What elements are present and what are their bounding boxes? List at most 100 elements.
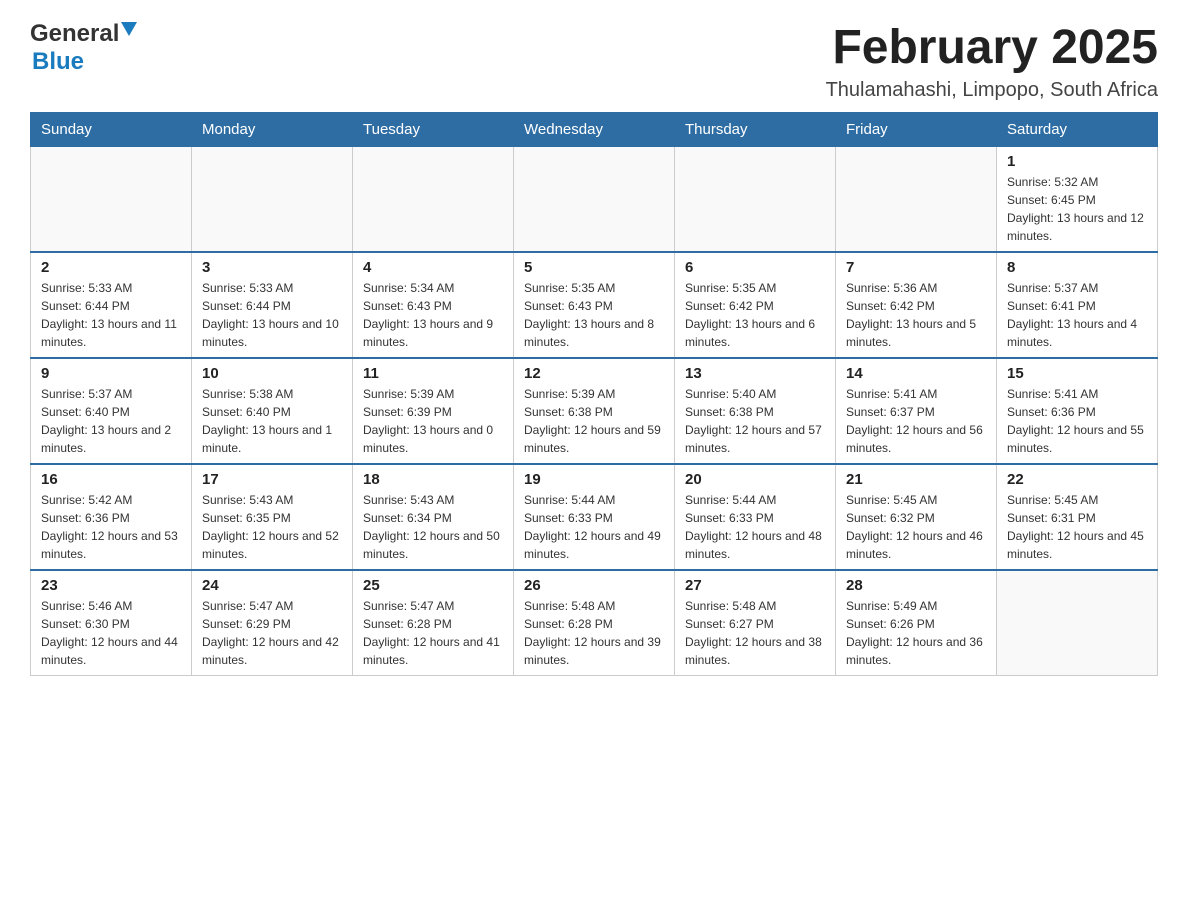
calendar-cell: 10 Sunrise: 5:38 AM Sunset: 6:40 PM Dayli… xyxy=(192,358,353,464)
calendar-cell: 17 Sunrise: 5:43 AM Sunset: 6:35 PM Dayli… xyxy=(192,464,353,570)
calendar-cell: 9Sunrise: 5:37 AM Sunset: 6:40 PM Daylig… xyxy=(31,358,192,464)
day-number: 25 xyxy=(363,577,503,594)
weekday-header: Thursday xyxy=(675,113,836,147)
day-info: Sunrise: 5:35 AM Sunset: 6:43 PM Dayligh… xyxy=(524,279,664,351)
day-info: Sunrise: 5:48 AM Sunset: 6:27 PM Dayligh… xyxy=(685,597,825,669)
weekday-header: Wednesday xyxy=(514,113,675,147)
day-number: 10 xyxy=(202,365,342,382)
day-info: Sunrise: 5:46 AM Sunset: 6:30 PM Dayligh… xyxy=(41,597,181,669)
day-number: 7 xyxy=(846,259,986,276)
calendar-week-row: 16 Sunrise: 5:42 AM Sunset: 6:36 PM Dayli… xyxy=(31,464,1158,570)
calendar-cell: 25 Sunrise: 5:47 AM Sunset: 6:28 PM Dayli… xyxy=(353,570,514,676)
logo-blue-text: Blue xyxy=(32,48,84,76)
day-number: 24 xyxy=(202,577,342,594)
day-info: Sunrise: 5:41 AM Sunset: 6:36 PM Dayligh… xyxy=(1007,385,1147,457)
day-info: Sunrise: 5:43 AM Sunset: 6:34 PM Dayligh… xyxy=(363,491,503,563)
calendar-cell: 1 Sunrise: 5:32 AM Sunset: 6:45 PM Daylig… xyxy=(997,147,1158,253)
title-section: February 2025 Thulamahashi, Limpopo, Sou… xyxy=(826,20,1158,102)
calendar-cell: 7 Sunrise: 5:36 AM Sunset: 6:42 PM Daylig… xyxy=(836,252,997,358)
day-number: 16 xyxy=(41,471,181,488)
day-number: 19 xyxy=(524,471,664,488)
day-info: Sunrise: 5:38 AM Sunset: 6:40 PM Dayligh… xyxy=(202,385,342,457)
calendar-week-row: 9Sunrise: 5:37 AM Sunset: 6:40 PM Daylig… xyxy=(31,358,1158,464)
calendar-cell: 24Sunrise: 5:47 AM Sunset: 6:29 PM Dayli… xyxy=(192,570,353,676)
weekday-header: Saturday xyxy=(997,113,1158,147)
day-info: Sunrise: 5:48 AM Sunset: 6:28 PM Dayligh… xyxy=(524,597,664,669)
weekday-header: Friday xyxy=(836,113,997,147)
calendar-week-row: 1 Sunrise: 5:32 AM Sunset: 6:45 PM Daylig… xyxy=(31,147,1158,253)
day-info: Sunrise: 5:40 AM Sunset: 6:38 PM Dayligh… xyxy=(685,385,825,457)
calendar-cell xyxy=(353,147,514,253)
day-number: 9 xyxy=(41,365,181,382)
calendar-header: SundayMondayTuesdayWednesdayThursdayFrid… xyxy=(31,113,1158,147)
calendar-cell: 15 Sunrise: 5:41 AM Sunset: 6:36 PM Dayli… xyxy=(997,358,1158,464)
calendar-cell: 27 Sunrise: 5:48 AM Sunset: 6:27 PM Dayli… xyxy=(675,570,836,676)
day-number: 28 xyxy=(846,577,986,594)
calendar-cell: 11 Sunrise: 5:39 AM Sunset: 6:39 PM Dayli… xyxy=(353,358,514,464)
calendar-cell: 26 Sunrise: 5:48 AM Sunset: 6:28 PM Dayli… xyxy=(514,570,675,676)
day-number: 17 xyxy=(202,471,342,488)
logo-chevron-icon xyxy=(121,22,137,43)
calendar-cell: 8 Sunrise: 5:37 AM Sunset: 6:41 PM Daylig… xyxy=(997,252,1158,358)
calendar-cell xyxy=(31,147,192,253)
day-number: 23 xyxy=(41,577,181,594)
day-number: 27 xyxy=(685,577,825,594)
day-number: 13 xyxy=(685,365,825,382)
calendar-cell: 4 Sunrise: 5:34 AM Sunset: 6:43 PM Daylig… xyxy=(353,252,514,358)
calendar-week-row: 2 Sunrise: 5:33 AM Sunset: 6:44 PM Daylig… xyxy=(31,252,1158,358)
calendar-cell: 5 Sunrise: 5:35 AM Sunset: 6:43 PM Daylig… xyxy=(514,252,675,358)
day-number: 21 xyxy=(846,471,986,488)
calendar-cell xyxy=(836,147,997,253)
day-number: 14 xyxy=(846,365,986,382)
calendar-cell: 18 Sunrise: 5:43 AM Sunset: 6:34 PM Dayli… xyxy=(353,464,514,570)
calendar-week-row: 23 Sunrise: 5:46 AM Sunset: 6:30 PM Dayli… xyxy=(31,570,1158,676)
calendar-cell xyxy=(997,570,1158,676)
calendar-cell: 3Sunrise: 5:33 AM Sunset: 6:44 PM Daylig… xyxy=(192,252,353,358)
day-info: Sunrise: 5:34 AM Sunset: 6:43 PM Dayligh… xyxy=(363,279,503,351)
calendar-cell: 19Sunrise: 5:44 AM Sunset: 6:33 PM Dayli… xyxy=(514,464,675,570)
day-info: Sunrise: 5:36 AM Sunset: 6:42 PM Dayligh… xyxy=(846,279,986,351)
calendar-cell: 6 Sunrise: 5:35 AM Sunset: 6:42 PM Daylig… xyxy=(675,252,836,358)
day-number: 15 xyxy=(1007,365,1147,382)
day-number: 11 xyxy=(363,365,503,382)
day-info: Sunrise: 5:47 AM Sunset: 6:28 PM Dayligh… xyxy=(363,597,503,669)
day-info: Sunrise: 5:41 AM Sunset: 6:37 PM Dayligh… xyxy=(846,385,986,457)
calendar-cell: 20Sunrise: 5:44 AM Sunset: 6:33 PM Dayli… xyxy=(675,464,836,570)
day-number: 8 xyxy=(1007,259,1147,276)
day-number: 6 xyxy=(685,259,825,276)
day-info: Sunrise: 5:32 AM Sunset: 6:45 PM Dayligh… xyxy=(1007,173,1147,245)
day-number: 18 xyxy=(363,471,503,488)
calendar-cell: 2 Sunrise: 5:33 AM Sunset: 6:44 PM Daylig… xyxy=(31,252,192,358)
day-number: 1 xyxy=(1007,153,1147,170)
day-info: Sunrise: 5:42 AM Sunset: 6:36 PM Dayligh… xyxy=(41,491,181,563)
logo-general-text: General xyxy=(30,20,119,48)
calendar-cell xyxy=(514,147,675,253)
day-number: 20 xyxy=(685,471,825,488)
day-info: Sunrise: 5:33 AM Sunset: 6:44 PM Dayligh… xyxy=(41,279,181,351)
day-number: 3 xyxy=(202,259,342,276)
calendar-body: 1 Sunrise: 5:32 AM Sunset: 6:45 PM Daylig… xyxy=(31,147,1158,676)
calendar-cell: 23 Sunrise: 5:46 AM Sunset: 6:30 PM Dayli… xyxy=(31,570,192,676)
day-number: 4 xyxy=(363,259,503,276)
day-number: 5 xyxy=(524,259,664,276)
day-info: Sunrise: 5:49 AM Sunset: 6:26 PM Dayligh… xyxy=(846,597,986,669)
calendar-title: February 2025 xyxy=(826,20,1158,75)
weekday-header: Tuesday xyxy=(353,113,514,147)
calendar-cell: 16 Sunrise: 5:42 AM Sunset: 6:36 PM Dayli… xyxy=(31,464,192,570)
calendar-subtitle: Thulamahashi, Limpopo, South Africa xyxy=(826,79,1158,102)
day-number: 22 xyxy=(1007,471,1147,488)
day-info: Sunrise: 5:39 AM Sunset: 6:39 PM Dayligh… xyxy=(363,385,503,457)
day-info: Sunrise: 5:39 AM Sunset: 6:38 PM Dayligh… xyxy=(524,385,664,457)
day-info: Sunrise: 5:35 AM Sunset: 6:42 PM Dayligh… xyxy=(685,279,825,351)
day-info: Sunrise: 5:43 AM Sunset: 6:35 PM Dayligh… xyxy=(202,491,342,563)
calendar-cell: 12Sunrise: 5:39 AM Sunset: 6:38 PM Dayli… xyxy=(514,358,675,464)
calendar-cell: 13 Sunrise: 5:40 AM Sunset: 6:38 PM Dayli… xyxy=(675,358,836,464)
calendar-table: SundayMondayTuesdayWednesdayThursdayFrid… xyxy=(30,112,1158,676)
page-header: General Blue February 2025 Thulamahashi,… xyxy=(30,20,1158,102)
day-info: Sunrise: 5:45 AM Sunset: 6:32 PM Dayligh… xyxy=(846,491,986,563)
day-info: Sunrise: 5:37 AM Sunset: 6:41 PM Dayligh… xyxy=(1007,279,1147,351)
logo: General Blue xyxy=(30,20,137,76)
day-number: 2 xyxy=(41,259,181,276)
calendar-cell: 22Sunrise: 5:45 AM Sunset: 6:31 PM Dayli… xyxy=(997,464,1158,570)
day-number: 26 xyxy=(524,577,664,594)
